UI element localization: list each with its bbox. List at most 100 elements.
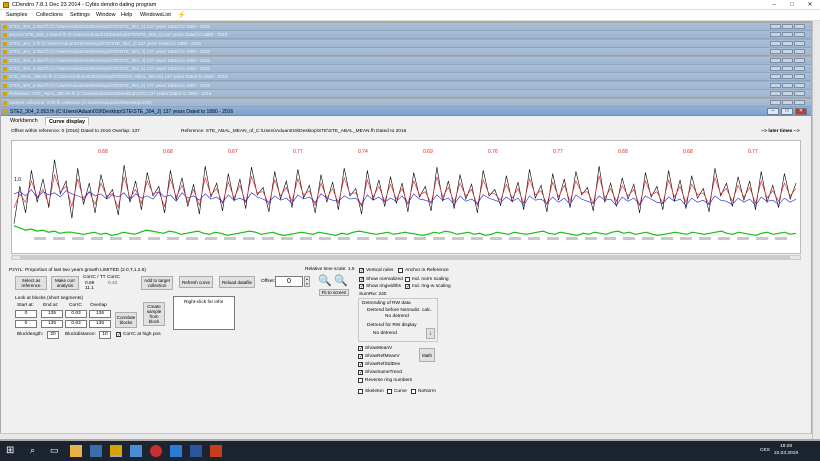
correlate-blocks-button[interactable]: Correlate blocks — [115, 312, 137, 328]
end-at-input-1[interactable]: 135 — [41, 310, 63, 318]
tab-workbench[interactable]: Workbench — [7, 117, 41, 125]
curve-checkbox[interactable] — [387, 389, 392, 394]
tab-curve-display[interactable]: Curve display — [45, 117, 90, 125]
menu-samples[interactable]: Samples — [6, 12, 27, 18]
chart-horizontal-scrollbar[interactable] — [11, 255, 801, 260]
active-window-titlebar[interactable]: STE2_304_2.053.fh (C:\Users\Aduan019\Des… — [1, 107, 811, 116]
zoom-in-icon[interactable]: 🔍 — [334, 274, 348, 287]
year-block-marker — [718, 237, 730, 240]
child-window-bar[interactable]: STE_ABAL_MEAN.fh (C:\Users\Aduan019\Desk… — [1, 73, 811, 82]
menu-windowslist[interactable]: WindowsList — [140, 12, 171, 18]
child-window-buttons[interactable] — [769, 24, 807, 30]
language-indicator[interactable]: CES — [760, 448, 770, 453]
child-window-bar[interactable]: STE1_304_4.053.fh (C:\Users\Aduan019\Des… — [1, 56, 811, 65]
child-minimize-button[interactable]: – — [767, 108, 779, 115]
child-window-bar[interactable]: STE1_304_5.053.fh (C:\Users\Aduan019\Des… — [1, 65, 811, 73]
skeleton-label: Skeleton — [365, 389, 384, 394]
search-icon[interactable]: ⌕ — [30, 445, 42, 457]
detrend-info-button[interactable]: i — [426, 328, 435, 339]
close-button[interactable]: ✕ — [804, 1, 816, 9]
clock-date[interactable]: 22.03.2019 — [774, 451, 798, 456]
child-close-button[interactable]: ✕ — [795, 108, 807, 115]
app-icon-4[interactable] — [130, 445, 142, 457]
curve-chart[interactable]: 0.68 0.68 0.67 0.77 0.74 0.69 0.76 0.77 0.68 0.68… — [11, 140, 801, 254]
reverse-ring-numbers-checkbox[interactable] — [358, 378, 363, 383]
edge-icon[interactable] — [170, 445, 182, 457]
file-explorer-icon[interactable] — [70, 445, 82, 457]
year-block-marker — [585, 237, 597, 240]
powerpoint-icon[interactable] — [210, 445, 222, 457]
skeleton-checkbox[interactable] — [358, 389, 363, 394]
word-icon[interactable] — [190, 445, 202, 457]
blocklength-input[interactable]: 20 — [47, 331, 59, 339]
child-window-buttons[interactable] — [769, 82, 807, 89]
child-window-bar[interactable]: Sample collection: STE.fh collection (C:… — [1, 98, 811, 107]
mdi-vertical-scrollbar[interactable] — [812, 21, 820, 439]
task-view-icon[interactable]: ▭ — [50, 445, 62, 457]
child-window-bar[interactable]: second STE_304_1-dated.fh (C:\Users\Adua… — [1, 31, 811, 40]
child-window-buttons[interactable] — [769, 57, 807, 64]
child-window-bar[interactable]: STE1_304_3.053.fh (C:\Users\Aduan019\Des… — [1, 48, 811, 57]
refresh-curve-button[interactable]: Refresh curve — [179, 276, 213, 288]
child-window-buttons[interactable] — [769, 74, 807, 80]
child-window-bar[interactable]: STE1_304_1.053.fh (C:\Users\Aduan019\Des… — [1, 23, 811, 31]
child-window-buttons[interactable] — [769, 49, 807, 55]
make-corr-analysis-button[interactable]: Make corr analysis — [51, 276, 79, 290]
vertical-rules-checkbox[interactable]: ✓ — [359, 268, 364, 274]
child-window-buttons[interactable] — [769, 32, 807, 38]
math-button[interactable]: Math — [419, 348, 435, 362]
lightning-icon[interactable]: ⚡ — [177, 11, 186, 19]
menu-window[interactable]: Window — [96, 12, 116, 18]
show-ringwidths-checkbox[interactable]: ✓ — [359, 284, 364, 290]
child-window-buttons[interactable] — [769, 91, 807, 97]
windows-start-icon[interactable]: ⊞ — [6, 445, 18, 457]
child-window-buttons[interactable] — [769, 66, 807, 72]
ind-ring-w-scaling-checkbox[interactable]: ✓ — [405, 284, 410, 290]
child-window-bar[interactable]: STE1_304_2.fh (C:\Users\Aduan019\Desktop… — [1, 39, 811, 48]
start-at-input-2[interactable]: 0 — [15, 320, 37, 328]
active-window-body: Workbench Curve display Offset within re… — [1, 116, 811, 439]
nonorm-checkbox[interactable] — [411, 389, 416, 394]
show-mean-v-checkbox[interactable]: ✓ — [358, 346, 363, 352]
create-sample-from-block-button[interactable]: Create sample from block — [143, 302, 165, 326]
corrc-high-pos-checkbox[interactable]: ✓ — [116, 332, 121, 338]
offset-spinner[interactable]: ▲ ▼ — [304, 276, 310, 287]
ind-norm-scaling-checkbox[interactable] — [405, 277, 410, 282]
offset-input[interactable]: 0 — [275, 276, 303, 287]
show-same-trend-checkbox[interactable]: ✓ — [358, 370, 363, 376]
corrc-col-label: CorrC — [69, 303, 82, 308]
mdi-horizontal-scrollbar[interactable] — [0, 433, 812, 439]
cdendro-taskbar-icon[interactable] — [110, 445, 122, 457]
menu-collections[interactable]: Collections — [36, 12, 63, 18]
show-ref-mean-v-checkbox[interactable]: ✓ — [358, 354, 363, 360]
start-at-input-1[interactable]: 0 — [15, 310, 37, 318]
child-window-bar[interactable]: Reference: STE_ABAL_MEAN.fh (C:\Users\Ad… — [1, 90, 811, 99]
menu-settings[interactable]: Settings — [70, 12, 90, 18]
minimize-button[interactable]: – — [768, 1, 780, 9]
child-window-title: Reference: STE_ABAL_MEAN.fh (C:\Users\Ad… — [9, 91, 212, 97]
clock-time[interactable]: 18:28 — [780, 444, 792, 449]
child-window-buttons[interactable] — [769, 40, 807, 47]
show-normalized-checkbox[interactable]: ✓ — [359, 277, 364, 283]
zoom-out-icon[interactable]: 🔍 — [318, 274, 332, 287]
fit-to-screen-button[interactable]: Fit to screen — [319, 289, 349, 296]
anchor-in-reference-checkbox[interactable] — [398, 268, 403, 273]
maximize-button[interactable]: □ — [786, 1, 798, 9]
app-icon-2[interactable] — [90, 445, 102, 457]
child-window-bar[interactable]: STE1_304_6.053.fh (C:\Users\Aduan019\Des… — [1, 81, 811, 90]
select-reference-button[interactable]: Select as reference — [15, 276, 47, 290]
show-ref-std-dev-checkbox[interactable]: ✓ — [358, 362, 363, 368]
menu-help[interactable]: Help — [121, 12, 132, 18]
corrc-tt-label: CorrC / TT — [83, 275, 106, 280]
chrome-icon[interactable] — [150, 445, 162, 457]
scrollbar-thumb[interactable] — [20, 256, 790, 259]
add-to-target-button[interactable]: Add to target collection — [141, 276, 173, 290]
blockdistance-input[interactable]: 10 — [99, 331, 111, 339]
reload-datafile-button[interactable]: Reload datafile — [219, 276, 255, 288]
no-detrend-label-2[interactable]: No detrend — [373, 331, 397, 336]
no-detrend-label-1[interactable]: No detrend — [385, 314, 409, 319]
info-textbox[interactable]: Right-click for info! — [173, 296, 235, 330]
end-at-input-2[interactable]: 135 — [41, 320, 63, 328]
child-window-buttons[interactable] — [769, 99, 807, 106]
child-maximize-button[interactable]: □ — [781, 108, 793, 115]
